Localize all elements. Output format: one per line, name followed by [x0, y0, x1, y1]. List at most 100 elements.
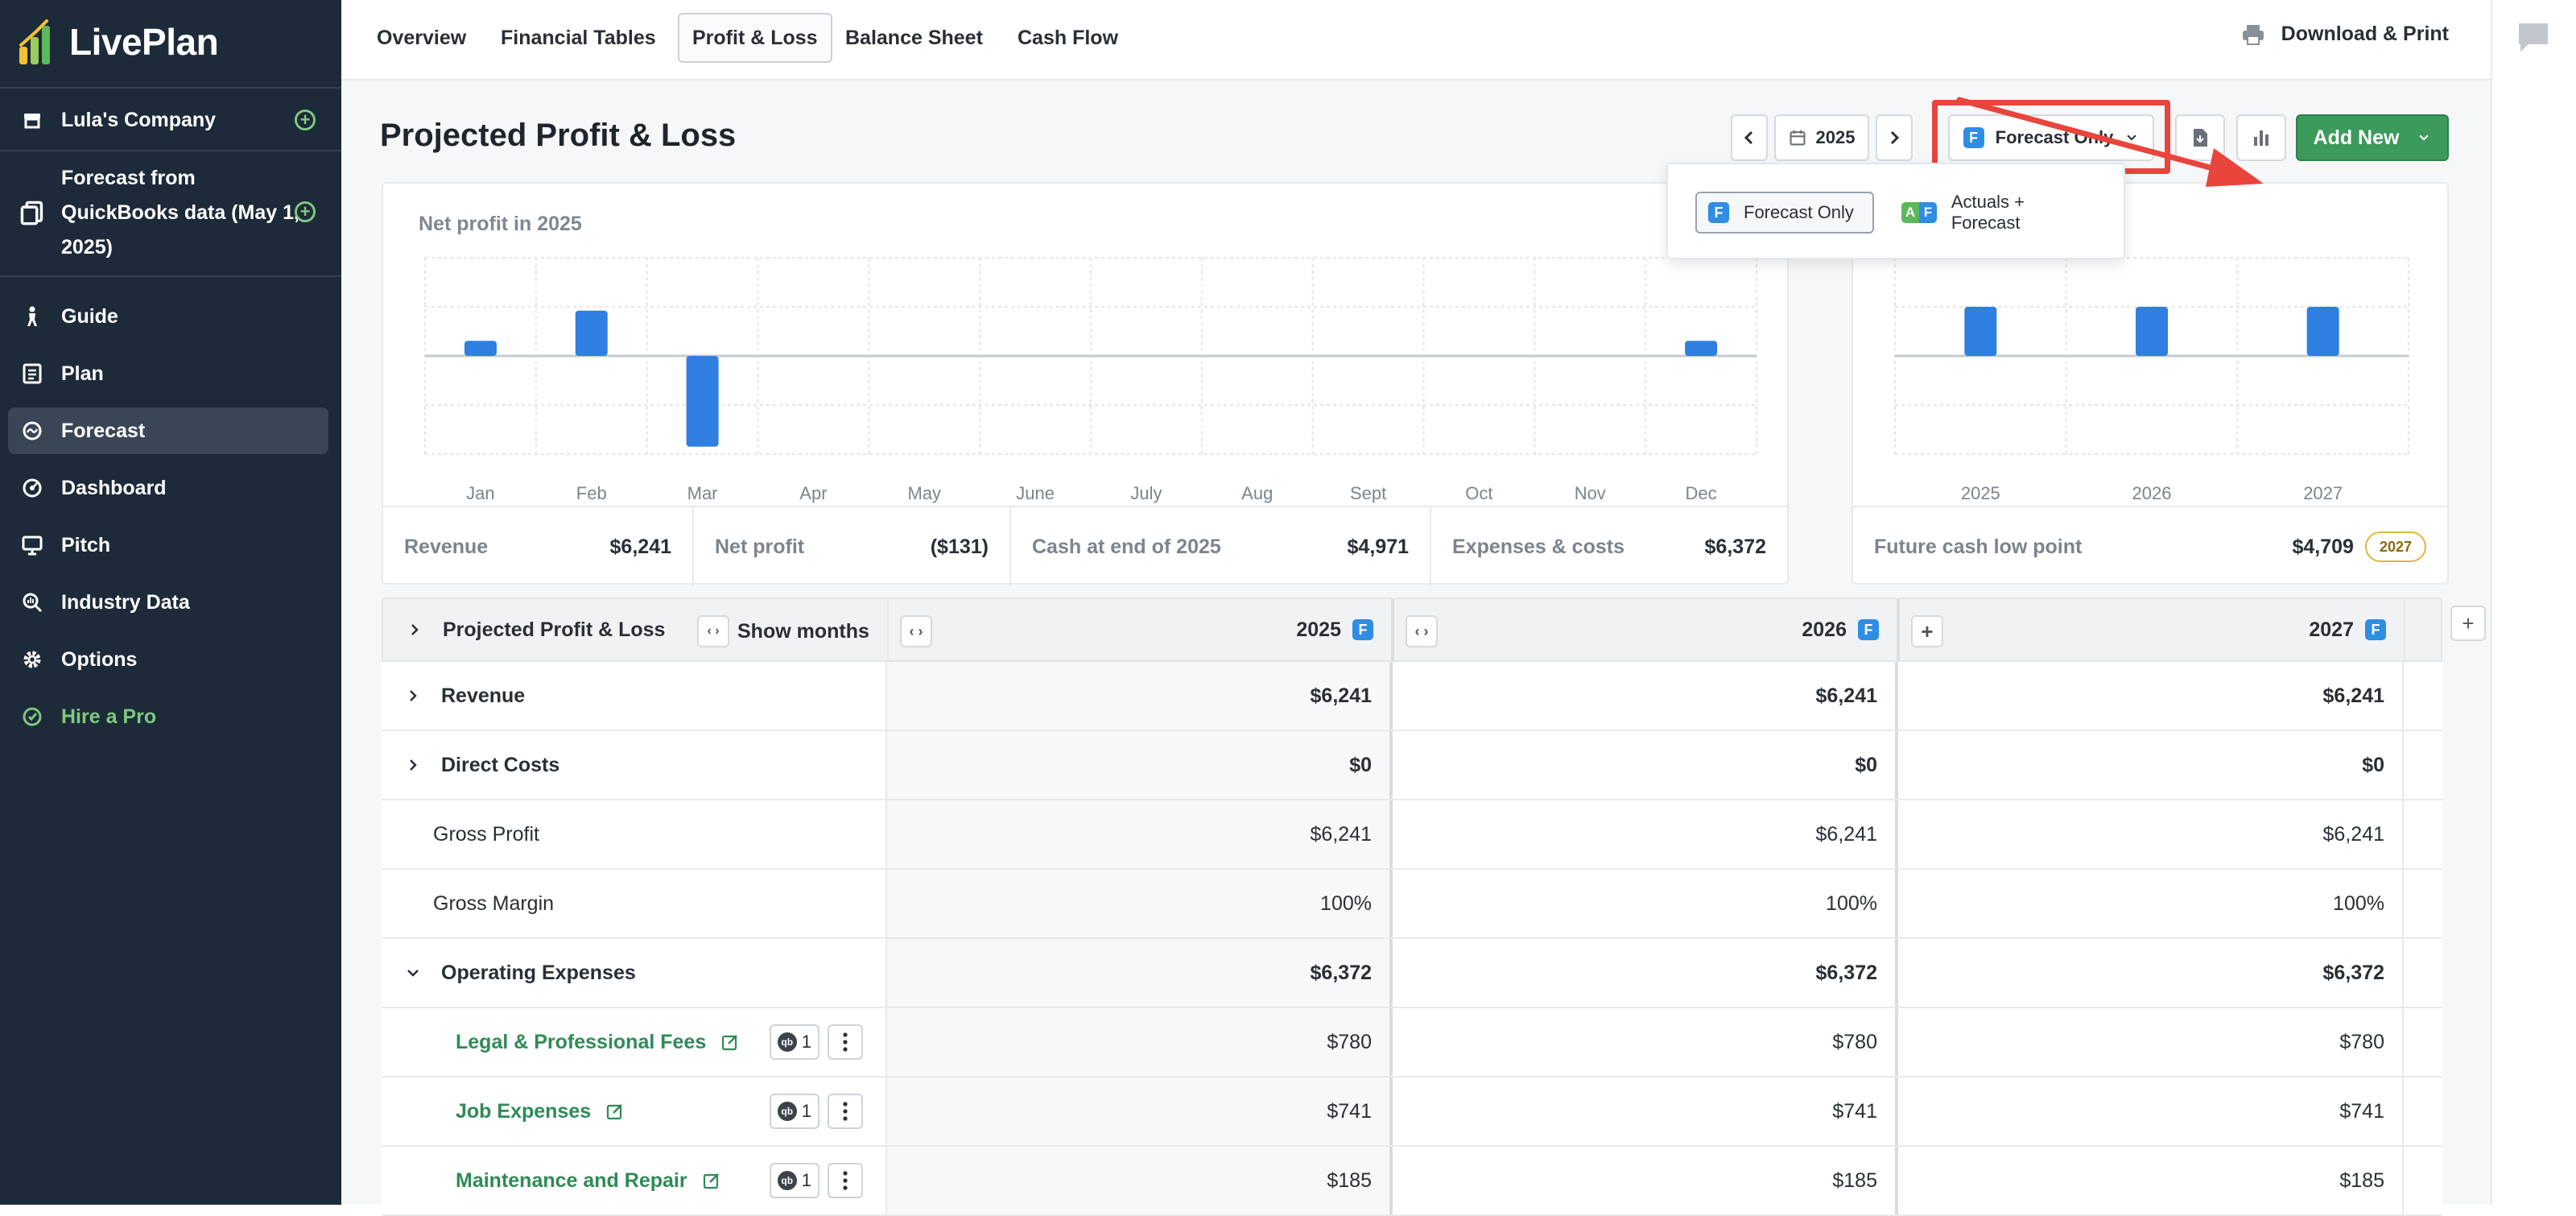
- option-actuals-forecast[interactable]: AF Actuals + Forecast: [1890, 192, 2109, 234]
- tick-label: May: [907, 483, 941, 503]
- year-header-2027: + 2027 F: [1900, 599, 2405, 660]
- company-selector[interactable]: Lula's Company +: [8, 100, 328, 140]
- chart-bar[interactable]: [464, 341, 497, 356]
- more-options-icon[interactable]: [828, 1094, 863, 1129]
- more-options-icon[interactable]: [828, 1163, 863, 1198]
- net-profit-chart-card: Net profit in 2025 Jan Feb Mar Apr May June Ju…: [382, 182, 1789, 586]
- show-months-toggle[interactable]: ‹ › Show months: [697, 614, 869, 649]
- year-label: 2025: [1296, 618, 1341, 641]
- quickbooks-count-button[interactable]: qb 1: [769, 1163, 819, 1198]
- sidebar-item-options[interactable]: Options: [8, 636, 328, 683]
- expense-link[interactable]: Legal & Professional Fees: [456, 1031, 740, 1054]
- tick-label: Mar: [687, 483, 718, 503]
- chart-bar[interactable]: [2306, 307, 2339, 356]
- add-new-button[interactable]: Add New: [2296, 114, 2449, 161]
- sidebar-item-label: Options: [61, 647, 138, 671]
- sidebar-item-industry-data[interactable]: Industry Data: [8, 579, 328, 626]
- add-company-icon[interactable]: +: [295, 110, 316, 130]
- expense-link[interactable]: Maintenance and Repair: [456, 1169, 721, 1193]
- metric-net-profit: Net profit ($131): [694, 507, 1011, 586]
- download-print-label: Download & Print: [2281, 23, 2449, 45]
- chart-bar[interactable]: [1685, 341, 1718, 356]
- row-label: Operating Expenses: [441, 961, 636, 984]
- liveplan-logo[interactable]: LivePlan: [18, 18, 219, 66]
- sidebar-item-label: Plan: [61, 362, 104, 385]
- chevron-right-icon[interactable]: [404, 619, 425, 640]
- more-options-icon[interactable]: [828, 1024, 863, 1060]
- option-label: Actuals + Forecast: [1951, 192, 2025, 233]
- plan-icon: [19, 361, 45, 387]
- row-label-cell: Job Expenses qb 1: [382, 1077, 887, 1145]
- tick-label: Aug: [1241, 483, 1273, 503]
- cell: $185: [1393, 1147, 1898, 1214]
- table-row: Job Expenses qb 1 $741 $741 $741: [382, 1077, 2442, 1147]
- row-tools: qb 1: [769, 1024, 863, 1060]
- download-print-button[interactable]: Download & Print: [2241, 23, 2449, 46]
- sidebar-item-plan[interactable]: Plan: [8, 350, 328, 397]
- sidebar-item-guide[interactable]: Guide: [8, 293, 328, 340]
- add-new-label: Add New: [2313, 126, 2400, 149]
- metric-revenue: Revenue $6,241: [383, 507, 694, 586]
- metric-value: $4,709: [2292, 535, 2354, 558]
- chevron-down-icon[interactable]: [402, 962, 423, 983]
- metric-future-cash: Future cash low point $4,709 2027: [1853, 507, 2447, 586]
- quickbooks-count-button[interactable]: qb 1: [769, 1024, 819, 1060]
- metric-value: $6,241: [609, 535, 671, 558]
- comment-icon[interactable]: [2516, 21, 2550, 53]
- cell: $6,241: [1898, 662, 2404, 730]
- forecast-source-item[interactable]: Forecast from QuickBooks data (May 1, 20…: [8, 161, 328, 266]
- tick-label: 2026: [2132, 483, 2172, 503]
- option-forecast-only[interactable]: F Forecast Only: [1695, 192, 1874, 234]
- cell: $780: [1393, 1008, 1898, 1076]
- chart-bar[interactable]: [1964, 307, 1997, 356]
- row-label-cell: Revenue: [382, 662, 887, 730]
- expense-link[interactable]: Job Expenses: [456, 1100, 625, 1123]
- expand-year-icon[interactable]: ‹ ›: [1406, 615, 1438, 647]
- pitch-icon: [19, 532, 45, 558]
- sidebar-item-hire-a-pro[interactable]: Hire a Pro: [8, 693, 328, 740]
- chevron-right-icon[interactable]: [402, 755, 423, 776]
- table-row[interactable]: Direct Costs $0 $0 $0: [382, 731, 2442, 800]
- tab-financial-tables[interactable]: Financial Tables: [488, 13, 669, 63]
- metric-label: Future cash low point: [1874, 535, 2083, 558]
- cell: $0: [887, 731, 1393, 799]
- row-label: Maintenance and Repair: [456, 1168, 687, 1192]
- add-forecast-icon[interactable]: +: [295, 201, 316, 222]
- sidebar-item-pitch[interactable]: Pitch: [8, 522, 328, 569]
- metric-value: $6,372: [1704, 535, 1766, 558]
- sidebar-item-forecast[interactable]: Forecast: [8, 407, 328, 454]
- table-row[interactable]: Operating Expenses $6,372 $6,372 $6,372: [382, 939, 2442, 1008]
- metric-cash-end: Cash at end of 2025 $4,971: [1011, 507, 1431, 586]
- dashboard-icon: [19, 475, 45, 501]
- forecast-badge-icon: F: [1858, 619, 1879, 640]
- company-name: Lula's Company: [61, 108, 217, 131]
- metric-label: Cash at end of 2025: [1032, 535, 1221, 558]
- quickbooks-icon: qb: [777, 1102, 797, 1121]
- tab-profit-loss[interactable]: Profit & Loss: [678, 13, 832, 63]
- right-rail: [2491, 0, 2576, 1205]
- count-label: 1: [801, 1170, 811, 1190]
- chart-bar[interactable]: [575, 310, 608, 356]
- table-row[interactable]: Revenue $6,241 $6,241 $6,241: [382, 662, 2442, 731]
- expand-year-icon[interactable]: ‹ ›: [900, 615, 932, 647]
- sidebar-item-dashboard[interactable]: Dashboard: [8, 465, 328, 511]
- row-label: Legal & Professional Fees: [456, 1030, 707, 1053]
- year-label: 2026: [1802, 618, 1847, 641]
- row-label-cell: Maintenance and Repair qb 1: [382, 1147, 887, 1214]
- chevron-right-icon[interactable]: [402, 685, 423, 706]
- tick-label: Nov: [1575, 483, 1606, 503]
- sidebar-item-label: Forecast: [61, 419, 146, 442]
- metric-label: Revenue: [404, 535, 489, 558]
- quickbooks-count-button[interactable]: qb 1: [769, 1094, 819, 1129]
- tab-balance-sheet[interactable]: Balance Sheet: [832, 13, 996, 63]
- chart-bar[interactable]: [2136, 307, 2168, 356]
- plus-icon[interactable]: +: [1911, 615, 1943, 647]
- add-column-button[interactable]: +: [2450, 606, 2486, 641]
- cell: $6,241: [887, 662, 1393, 730]
- tab-overview[interactable]: Overview: [364, 13, 479, 63]
- chart-bar[interactable]: [686, 356, 719, 447]
- cell: $6,241: [887, 800, 1393, 868]
- cell: $780: [1898, 1008, 2404, 1076]
- cell: $185: [887, 1147, 1393, 1214]
- tab-cash-flow[interactable]: Cash Flow: [1005, 13, 1131, 63]
